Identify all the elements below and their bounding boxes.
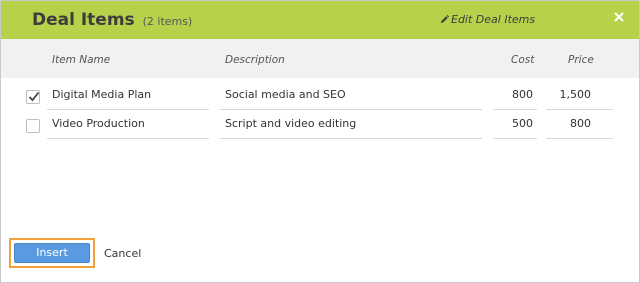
table-header: Item Name Description Cost Price — [1, 39, 639, 78]
column-header-price: Price — [568, 54, 594, 66]
item-count: (2 items) — [142, 15, 193, 28]
item-cost: 500 — [512, 117, 533, 130]
close-icon — [614, 12, 624, 22]
close-button[interactable] — [611, 9, 627, 25]
edit-deal-items-label: Edit Deal Items — [451, 13, 536, 26]
cell-underline — [47, 109, 209, 110]
table-row[interactable]: Video Production Script and video editin… — [1, 112, 639, 140]
row-checkbox[interactable] — [26, 119, 40, 133]
row-checkbox[interactable] — [26, 90, 40, 104]
item-description: Script and video editing — [225, 117, 357, 130]
dialog-title: Deal Items (2 items) — [32, 10, 192, 30]
edit-deal-items-link[interactable]: Edit Deal Items — [440, 13, 535, 26]
deal-items-dialog: Deal Items (2 items) Edit Deal Items Ite… — [0, 0, 640, 283]
pencil-icon — [440, 15, 449, 24]
cell-underline — [220, 138, 482, 139]
dialog-title-text: Deal Items — [32, 10, 135, 30]
item-cost: 800 — [512, 88, 533, 101]
dialog-header: Deal Items (2 items) Edit Deal Items — [1, 1, 639, 39]
cell-underline — [493, 109, 537, 110]
cell-underline — [546, 109, 613, 110]
checkmark-icon — [28, 91, 40, 102]
cell-underline — [47, 138, 209, 139]
cancel-link[interactable]: Cancel — [104, 247, 141, 260]
item-name: Video Production — [52, 117, 145, 130]
cell-underline — [220, 109, 482, 110]
column-header-description: Description — [225, 54, 285, 66]
insert-button-label: Insert — [14, 243, 90, 263]
insert-button[interactable]: Insert — [9, 238, 95, 268]
item-name: Digital Media Plan — [52, 88, 152, 101]
cell-underline — [493, 138, 537, 139]
column-header-cost: Cost — [511, 54, 535, 66]
item-description: Social media and SEO — [225, 88, 346, 101]
table-row[interactable]: Digital Media Plan Social media and SEO … — [1, 83, 639, 111]
item-price: 800 — [570, 117, 591, 130]
cell-underline — [546, 138, 613, 139]
column-header-item-name: Item Name — [52, 54, 111, 66]
item-price: 1,500 — [559, 88, 592, 101]
